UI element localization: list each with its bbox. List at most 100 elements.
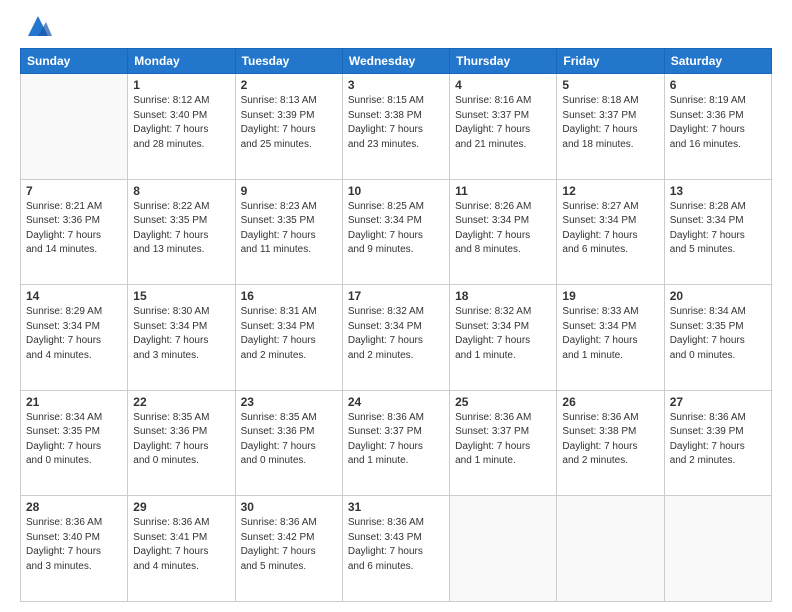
calendar-cell: 23Sunrise: 8:35 AMSunset: 3:36 PMDayligh… bbox=[235, 390, 342, 496]
weekday-header: Saturday bbox=[664, 49, 771, 74]
day-info: Sunrise: 8:21 AMSunset: 3:36 PMDaylight:… bbox=[26, 200, 122, 258]
day-number: 17 bbox=[348, 289, 444, 303]
calendar-cell: 11 Sunrise: 8:26 AMSunset: 3:34 PMDayligh… bbox=[450, 179, 557, 285]
day-number: 9 bbox=[241, 184, 337, 198]
calendar-cell: 22 Sunrise: 8:35 AMSunset: 3:36 PMDayligh… bbox=[128, 390, 235, 496]
day-info: Sunrise: 8:36 AMSunset: 3:40 PMDaylight:… bbox=[26, 516, 122, 574]
day-info: Sunrise: 8:33 AMSunset: 3:34 PMDaylight:… bbox=[562, 305, 658, 363]
day-info: Sunrise: 8:31 AMSunset: 3:34 PMDaylight:… bbox=[241, 305, 337, 363]
day-number: 11 bbox=[455, 184, 551, 198]
weekday-header: Tuesday bbox=[235, 49, 342, 74]
day-info: Sunrise: 8:34 AMSunset: 3:35 PMDaylight:… bbox=[670, 305, 766, 363]
calendar-cell: 9 Sunrise: 8:23 AMSunset: 3:35 PMDaylight… bbox=[235, 179, 342, 285]
logo bbox=[20, 16, 52, 40]
calendar-cell: 21 Sunrise: 8:34 AMSunset: 3:35 PMDayligh… bbox=[21, 390, 128, 496]
day-info: Sunrise: 8:34 AMSunset: 3:35 PMDaylight:… bbox=[26, 411, 122, 469]
day-info: Sunrise: 8:32 AMSunset: 3:34 PMDaylight:… bbox=[348, 305, 444, 363]
weekday-header: Monday bbox=[128, 49, 235, 74]
logo-icon bbox=[24, 12, 52, 40]
calendar-cell: 20 Sunrise: 8:34 AMSunset: 3:35 PMDayligh… bbox=[664, 285, 771, 391]
day-info: Sunrise: 8:15 AMSunset: 3:38 PMDaylight:… bbox=[348, 94, 444, 152]
calendar-cell bbox=[664, 496, 771, 602]
day-number: 28 bbox=[26, 500, 122, 514]
day-number: 23 bbox=[241, 395, 337, 409]
day-info: Sunrise: 8:19 AMSunset: 3:36 PMDaylight:… bbox=[670, 94, 766, 152]
day-info: Sunrise: 8:25 AMSunset: 3:34 PMDaylight:… bbox=[348, 200, 444, 258]
calendar-week-row: 1 Sunrise: 8:12 AMSunset: 3:40 PMDaylight… bbox=[21, 74, 772, 180]
calendar-cell: 24 Sunrise: 8:36 AMSunset: 3:37 PMDayligh… bbox=[342, 390, 449, 496]
day-info: Sunrise: 8:22 AMSunset: 3:35 PMDaylight:… bbox=[133, 200, 229, 258]
day-number: 10 bbox=[348, 184, 444, 198]
day-info: Sunrise: 8:36 AMSunset: 3:41 PMDaylight:… bbox=[133, 516, 229, 574]
day-number: 31 bbox=[348, 500, 444, 514]
day-info: Sunrise: 8:35 AMSunset: 3:36 PMDaylight:… bbox=[133, 411, 229, 469]
calendar-cell: 28 Sunrise: 8:36 AMSunset: 3:40 PMDayligh… bbox=[21, 496, 128, 602]
day-number: 20 bbox=[670, 289, 766, 303]
day-number: 14 bbox=[26, 289, 122, 303]
day-number: 19 bbox=[562, 289, 658, 303]
day-info: Sunrise: 8:12 AMSunset: 3:40 PMDaylight:… bbox=[133, 94, 229, 152]
calendar-cell: 19 Sunrise: 8:33 AMSunset: 3:34 PMDayligh… bbox=[557, 285, 664, 391]
page: SundayMondayTuesdayWednesdayThursdayFrid… bbox=[0, 0, 792, 612]
calendar-cell: 2Sunrise: 8:13 AMSunset: 3:39 PMDaylight… bbox=[235, 74, 342, 180]
day-info: Sunrise: 8:23 AMSunset: 3:35 PMDaylight:… bbox=[241, 200, 337, 258]
day-number: 25 bbox=[455, 395, 551, 409]
day-number: 6 bbox=[670, 78, 766, 92]
header bbox=[20, 16, 772, 40]
day-number: 29 bbox=[133, 500, 229, 514]
calendar-table: SundayMondayTuesdayWednesdayThursdayFrid… bbox=[20, 48, 772, 602]
day-info: Sunrise: 8:36 AMSunset: 3:42 PMDaylight:… bbox=[241, 516, 337, 574]
weekday-row: SundayMondayTuesdayWednesdayThursdayFrid… bbox=[21, 49, 772, 74]
day-number: 26 bbox=[562, 395, 658, 409]
calendar-week-row: 21 Sunrise: 8:34 AMSunset: 3:35 PMDayligh… bbox=[21, 390, 772, 496]
calendar-cell: 15 Sunrise: 8:30 AMSunset: 3:34 PMDayligh… bbox=[128, 285, 235, 391]
calendar-cell: 14Sunrise: 8:29 AMSunset: 3:34 PMDayligh… bbox=[21, 285, 128, 391]
calendar-cell: 30 Sunrise: 8:36 AMSunset: 3:42 PMDayligh… bbox=[235, 496, 342, 602]
calendar-cell bbox=[450, 496, 557, 602]
calendar-week-row: 7 Sunrise: 8:21 AMSunset: 3:36 PMDaylight… bbox=[21, 179, 772, 285]
calendar-cell: 31 Sunrise: 8:36 AMSunset: 3:43 PMDayligh… bbox=[342, 496, 449, 602]
weekday-header: Thursday bbox=[450, 49, 557, 74]
day-number: 24 bbox=[348, 395, 444, 409]
calendar-cell: 10 Sunrise: 8:25 AMSunset: 3:34 PMDayligh… bbox=[342, 179, 449, 285]
day-info: Sunrise: 8:30 AMSunset: 3:34 PMDaylight:… bbox=[133, 305, 229, 363]
day-info: Sunrise: 8:32 AMSunset: 3:34 PMDaylight:… bbox=[455, 305, 551, 363]
day-info: Sunrise: 8:16 AMSunset: 3:37 PMDaylight:… bbox=[455, 94, 551, 152]
day-number: 21 bbox=[26, 395, 122, 409]
weekday-header: Friday bbox=[557, 49, 664, 74]
day-number: 4 bbox=[455, 78, 551, 92]
day-number: 16 bbox=[241, 289, 337, 303]
day-info: Sunrise: 8:13 AMSunset: 3:39 PMDaylight:… bbox=[241, 94, 337, 152]
calendar-cell: 6 Sunrise: 8:19 AMSunset: 3:36 PMDaylight… bbox=[664, 74, 771, 180]
calendar-cell: 3 Sunrise: 8:15 AMSunset: 3:38 PMDaylight… bbox=[342, 74, 449, 180]
day-number: 12 bbox=[562, 184, 658, 198]
day-info: Sunrise: 8:36 AMSunset: 3:38 PMDaylight:… bbox=[562, 411, 658, 469]
weekday-header: Wednesday bbox=[342, 49, 449, 74]
calendar-cell: 7 Sunrise: 8:21 AMSunset: 3:36 PMDaylight… bbox=[21, 179, 128, 285]
day-number: 30 bbox=[241, 500, 337, 514]
calendar-cell bbox=[21, 74, 128, 180]
day-number: 22 bbox=[133, 395, 229, 409]
weekday-header: Sunday bbox=[21, 49, 128, 74]
calendar-cell: 26 Sunrise: 8:36 AMSunset: 3:38 PMDayligh… bbox=[557, 390, 664, 496]
calendar-cell: 25Sunrise: 8:36 AMSunset: 3:37 PMDayligh… bbox=[450, 390, 557, 496]
calendar-cell: 4 Sunrise: 8:16 AMSunset: 3:37 PMDaylight… bbox=[450, 74, 557, 180]
day-number: 15 bbox=[133, 289, 229, 303]
day-number: 7 bbox=[26, 184, 122, 198]
day-number: 3 bbox=[348, 78, 444, 92]
calendar-cell: 1 Sunrise: 8:12 AMSunset: 3:40 PMDaylight… bbox=[128, 74, 235, 180]
day-number: 18 bbox=[455, 289, 551, 303]
day-number: 5 bbox=[562, 78, 658, 92]
day-info: Sunrise: 8:36 AMSunset: 3:43 PMDaylight:… bbox=[348, 516, 444, 574]
day-info: Sunrise: 8:36 AMSunset: 3:37 PMDaylight:… bbox=[348, 411, 444, 469]
calendar-cell: 18 Sunrise: 8:32 AMSunset: 3:34 PMDayligh… bbox=[450, 285, 557, 391]
day-info: Sunrise: 8:26 AMSunset: 3:34 PMDaylight:… bbox=[455, 200, 551, 258]
day-info: Sunrise: 8:18 AMSunset: 3:37 PMDaylight:… bbox=[562, 94, 658, 152]
day-number: 27 bbox=[670, 395, 766, 409]
day-number: 1 bbox=[133, 78, 229, 92]
calendar-cell: 17 Sunrise: 8:32 AMSunset: 3:34 PMDayligh… bbox=[342, 285, 449, 391]
calendar-body: 1 Sunrise: 8:12 AMSunset: 3:40 PMDaylight… bbox=[21, 74, 772, 602]
day-number: 13 bbox=[670, 184, 766, 198]
calendar-cell: 27 Sunrise: 8:36 AMSunset: 3:39 PMDayligh… bbox=[664, 390, 771, 496]
day-info: Sunrise: 8:36 AMSunset: 3:39 PMDaylight:… bbox=[670, 411, 766, 469]
